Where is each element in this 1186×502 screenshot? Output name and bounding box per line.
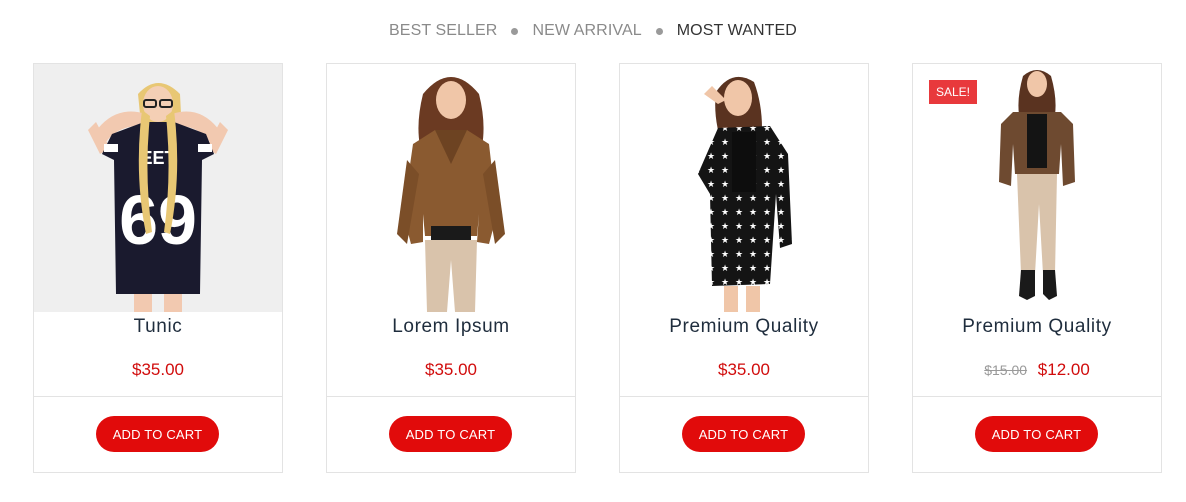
product-old-price: $15.00: [984, 362, 1028, 378]
product-card: 69 EET Tunic $35.00 ADD TO CART: [33, 63, 283, 473]
product-current-price: $35.00: [425, 360, 477, 379]
product-image[interactable]: [327, 64, 575, 312]
product-price: $15.00 $12.00: [913, 360, 1161, 380]
card-divider: [913, 396, 1161, 397]
tab-separator-dot: [511, 27, 519, 35]
product-card: SALE! Premium Quality $15.00 $12.00 ADD …: [912, 63, 1162, 473]
product-card: ★ Premium Quality $35.00 ADD TO: [619, 63, 869, 473]
product-filter-tabs: BEST SELLER NEW ARRIVAL MOST WANTED: [0, 20, 1186, 42]
product-name[interactable]: Premium Quality: [620, 316, 868, 338]
card-divider: [34, 396, 282, 397]
sale-badge: SALE!: [929, 80, 978, 104]
tab-most-wanted[interactable]: MOST WANTED: [677, 22, 797, 40]
product-grid: 69 EET Tunic $35.00 ADD TO CART Lorem Ip…: [33, 63, 1163, 473]
card-divider: [620, 396, 868, 397]
add-to-cart-button[interactable]: ADD TO CART: [96, 416, 219, 452]
product-name[interactable]: Tunic: [34, 316, 282, 338]
product-current-price: $35.00: [718, 360, 770, 379]
add-to-cart-button[interactable]: ADD TO CART: [682, 416, 805, 452]
tab-separator-dot: [655, 27, 663, 35]
tab-new-arrival[interactable]: NEW ARRIVAL: [532, 22, 641, 40]
product-current-price: $12.00: [1037, 360, 1090, 379]
product-image[interactable]: ★: [620, 64, 868, 312]
product-price: $35.00: [34, 360, 282, 380]
product-price: $35.00: [327, 360, 575, 380]
add-to-cart-button[interactable]: ADD TO CART: [975, 416, 1098, 452]
product-name[interactable]: Lorem Ipsum: [327, 316, 575, 338]
tab-best-seller[interactable]: BEST SELLER: [389, 22, 497, 40]
add-to-cart-button[interactable]: ADD TO CART: [389, 416, 512, 452]
product-current-price: $35.00: [132, 360, 184, 379]
svg-text:69: 69: [119, 181, 197, 259]
card-divider: [327, 396, 575, 397]
product-price: $35.00: [620, 360, 868, 380]
product-name[interactable]: Premium Quality: [913, 316, 1161, 338]
product-card: Lorem Ipsum $35.00 ADD TO CART: [326, 63, 576, 473]
product-image[interactable]: 69 EET: [34, 64, 282, 312]
